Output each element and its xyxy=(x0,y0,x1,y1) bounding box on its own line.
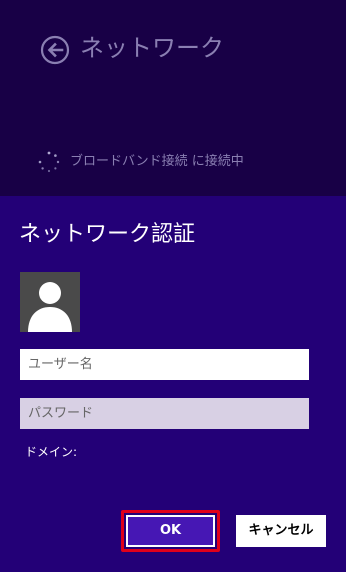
domain-label: ドメイン: xyxy=(25,445,78,459)
spinner-icon xyxy=(38,151,60,173)
username-input[interactable] xyxy=(20,349,309,380)
cancel-button[interactable]: キャンセル xyxy=(236,515,326,547)
connection-status: ブロードバンド接続 に接続中 xyxy=(70,154,244,169)
dialog-title: ネットワーク認証 xyxy=(19,222,196,247)
password-input[interactable] xyxy=(20,398,309,429)
network-pane: ネットワーク ブロードバンド接続 に接続中 xyxy=(0,0,346,196)
user-silhouette-icon xyxy=(28,282,72,332)
network-auth-dialog: ネットワーク認証 ドメイン: OK キャンセル xyxy=(0,196,346,572)
ok-button[interactable]: OK xyxy=(126,515,215,547)
avatar xyxy=(20,272,80,332)
back-arrow-icon xyxy=(40,35,70,65)
back-button[interactable] xyxy=(40,35,70,65)
network-pane-title: ネットワーク xyxy=(80,34,224,62)
